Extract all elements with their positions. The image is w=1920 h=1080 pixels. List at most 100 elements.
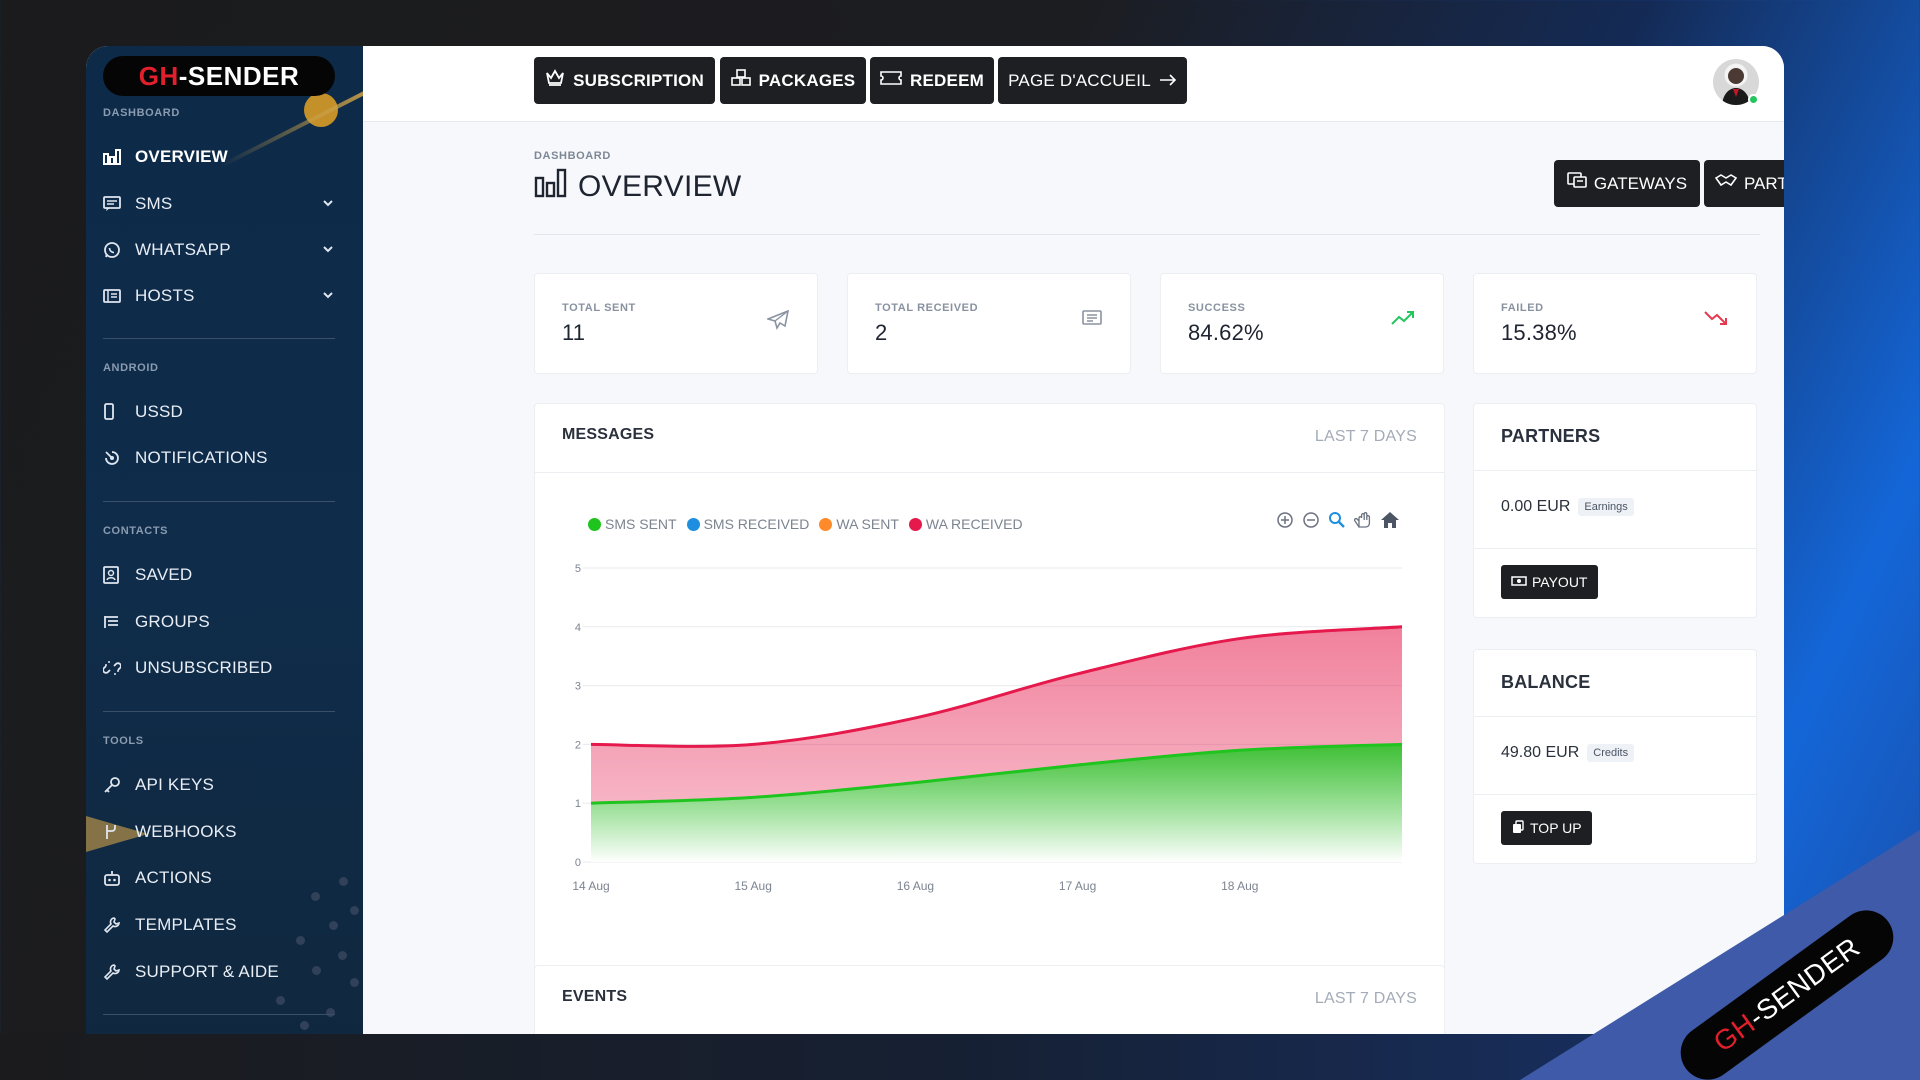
message-icon (103, 196, 135, 212)
chevron-down-icon (321, 195, 335, 215)
messages-card: MESSAGES LAST 7 DAYS SMS SENT SMS RECEIV… (534, 403, 1445, 983)
page-title: OVERVIEW (534, 168, 742, 206)
stat-value: 84.62% (1188, 320, 1264, 345)
x-tick-label: 17 Aug (1059, 879, 1096, 893)
card-divider (1474, 794, 1756, 795)
stat-card-success: SUCCESS 84.62% (1160, 273, 1444, 374)
subscription-label: SUBSCRIPTION (573, 70, 704, 90)
card-divider (1474, 716, 1756, 717)
earnings-tag: Earnings (1578, 498, 1634, 516)
x-tick-label: 16 Aug (897, 879, 934, 893)
sidebar-item-notifications[interactable]: NOTIFICATIONS (103, 443, 335, 473)
partners-label: PARTNERS (1743, 173, 1784, 193)
sidebar-item-sms[interactable]: SMS (103, 189, 335, 219)
arrow-right-icon (1159, 71, 1177, 91)
top-bar: SUBSCRIPTION PACKAGES REDEEM PAGE D'ACCU… (363, 46, 1784, 122)
section-android: ANDROID (103, 362, 159, 374)
sidebar-item-label: UNSUBSCRIBED (135, 658, 273, 677)
y-tick-label: 0 (575, 857, 581, 869)
key-icon (103, 776, 135, 794)
events-card: EVENTS LAST 7 DAYS (534, 965, 1445, 1034)
sidebar-item-groups[interactable]: GROUPS (103, 607, 335, 637)
sidebar-item-label: WEBHOOKS (135, 822, 237, 841)
packages-label: PACKAGES (758, 70, 856, 90)
sidebar-item-templates[interactable]: TEMPLATES (103, 910, 335, 940)
stat-value: 2 (875, 320, 888, 345)
gateways-icon (1567, 172, 1587, 195)
payout-label: PAYOUT (1532, 574, 1588, 590)
redeem-button[interactable]: REDEEM (870, 57, 994, 104)
y-tick-label: 2 (575, 739, 581, 751)
sidebar-item-label: API KEYS (135, 775, 215, 794)
subscription-button[interactable]: SUBSCRIPTION (534, 57, 715, 104)
stat-label: TOTAL RECEIVED (875, 302, 979, 314)
messages-area-chart: 0 1 2 3 4 5 14 Aug 15 Aug 16 Aug 17 Aug 18 Aug (572, 563, 1403, 893)
hosts-icon (103, 288, 135, 304)
sidebar-item-whatsapp[interactable]: WHATSAPP (103, 235, 335, 265)
sidebar-item-overview[interactable]: OVERVIEW (103, 142, 335, 172)
ticket-icon (880, 70, 902, 91)
phone-icon (103, 403, 135, 421)
payout-button[interactable]: PAYOUT (1501, 565, 1598, 599)
sidebar-item-label: SMS (135, 194, 173, 213)
crown-icon (545, 69, 565, 92)
boxes-icon (730, 69, 751, 92)
packages-button[interactable]: PACKAGES (720, 57, 866, 104)
inbox-icon (1082, 310, 1102, 333)
sidebar-divider (103, 1014, 335, 1015)
x-axis: 14 Aug 15 Aug 16 Aug 17 Aug 18 Aug (572, 879, 1258, 893)
cash-icon (1511, 574, 1527, 590)
sidebar-item-actions[interactable]: ACTIONS (103, 863, 335, 893)
sidebar-divider (103, 338, 335, 339)
balance-credits: 49.80 EUR Credits (1501, 744, 1635, 762)
sidebar-item-saved[interactable]: SAVED (103, 560, 335, 590)
home-page-button[interactable]: PAGE D'ACCUEIL (998, 57, 1187, 104)
sidebar-divider (103, 501, 335, 502)
list-icon (103, 614, 135, 630)
sidebar-item-label: NOTIFICATIONS (135, 448, 268, 467)
section-tools: TOOLS (103, 735, 144, 747)
sidebar-item-api-keys[interactable]: API KEYS (103, 770, 335, 800)
sidebar-divider (103, 711, 335, 712)
sidebar-item-label: SUPPORT & AIDE (135, 962, 279, 981)
page-title-text: OVERVIEW (578, 170, 742, 203)
sidebar-item-label: GROUPS (135, 612, 210, 631)
sidebar-item-unsubscribed[interactable]: UNSUBSCRIBED (103, 653, 335, 683)
sidebar-item-label: HOSTS (135, 286, 195, 305)
partners-button[interactable]: PARTNERS (1704, 160, 1784, 207)
breadcrumb: DASHBOARD (534, 150, 611, 162)
sidebar-item-webhooks[interactable]: WEBHOOKS (103, 817, 335, 847)
x-tick-label: 14 Aug (572, 879, 609, 893)
home-page-label: PAGE D'ACCUEIL (1008, 70, 1151, 90)
partners-earnings: 0.00 EUR Earnings (1501, 498, 1634, 516)
events-range[interactable]: LAST 7 DAYS (1315, 990, 1417, 1008)
stat-value: 15.38% (1501, 320, 1577, 345)
sidebar-item-label: SAVED (135, 565, 193, 584)
gateways-label: GATEWAYS (1593, 173, 1688, 193)
section-dashboard: DASHBOARD (103, 107, 180, 119)
contact-card-icon (103, 566, 135, 584)
stat-value: 11 (562, 320, 586, 345)
sidebar-item-label: WHATSAPP (135, 240, 231, 259)
sidebar-item-ussd[interactable]: USSD (103, 397, 335, 427)
y-tick-label: 1 (575, 798, 581, 810)
partners-card: PARTNERS 0.00 EUR Earnings PAYOUT (1473, 403, 1757, 618)
gateways-button[interactable]: GATEWAYS (1554, 160, 1700, 207)
sidebar-item-hosts[interactable]: HOSTS (103, 281, 335, 311)
sidebar-item-support[interactable]: SUPPORT & AIDE (103, 957, 335, 987)
sidebar-item-label: USSD (135, 402, 184, 421)
bar-chart-icon (534, 168, 568, 206)
chevron-down-icon (321, 241, 335, 261)
trend-up-icon (1391, 310, 1415, 331)
app-logo[interactable]: GH -SENDER (103, 56, 335, 96)
handshake-icon (1714, 173, 1738, 194)
x-tick-label: 18 Aug (1221, 879, 1258, 893)
card-divider (1474, 470, 1756, 471)
x-tick-label: 15 Aug (735, 879, 772, 893)
whatsapp-icon (103, 241, 135, 259)
stat-card-total-received: TOTAL RECEIVED 2 (847, 273, 1131, 374)
bar-chart-icon (103, 149, 135, 165)
y-tick-label: 3 (575, 681, 581, 693)
stat-label: FAILED (1501, 302, 1544, 314)
webhook-icon (103, 823, 135, 841)
